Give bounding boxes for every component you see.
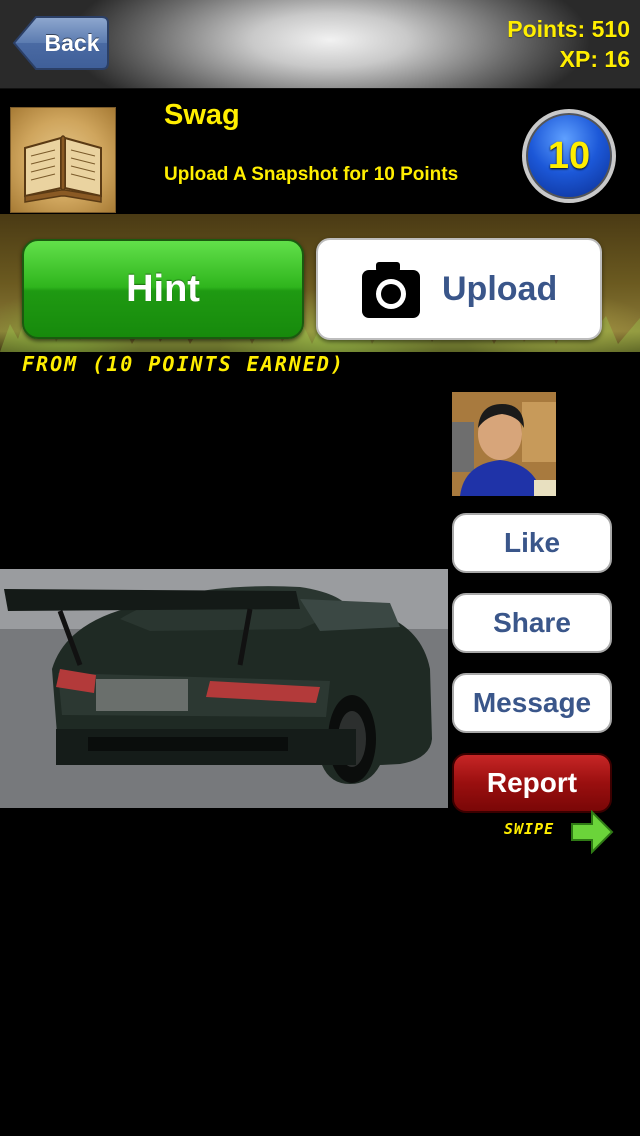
avatar[interactable]: [452, 392, 556, 496]
submission-from-label: FROM (10 POINTS EARNED): [22, 352, 345, 376]
book-icon: [10, 107, 116, 213]
player-stats: Points: 510 XP: 16: [507, 14, 630, 74]
action-band: Hint Upload: [0, 214, 640, 352]
challenge-title: Swag: [164, 99, 240, 131]
points-badge-value: 10: [547, 135, 591, 177]
camera-icon: [362, 262, 420, 318]
like-button[interactable]: Like: [452, 513, 612, 573]
hint-button[interactable]: Hint: [22, 239, 304, 339]
xp-counter: XP: 16: [559, 46, 630, 72]
challenge-header: Swag Upload A Snapshot for 10 Points 10: [0, 89, 640, 214]
submission-photo[interactable]: [0, 569, 448, 808]
message-button[interactable]: Message: [452, 673, 612, 733]
report-button-label: Report: [486, 767, 578, 798]
share-button-label: Share: [493, 607, 571, 638]
upload-button-label: Upload: [442, 270, 558, 308]
like-button-label: Like: [503, 527, 561, 558]
back-button[interactable]: Back: [12, 15, 110, 71]
points-counter: Points: 510: [507, 16, 630, 42]
screen: Back Points: 510 XP: 16 Swag Upload A Sn…: [0, 0, 640, 1136]
upload-button[interactable]: Upload: [316, 238, 602, 340]
challenge-subtitle: Upload A Snapshot for 10 Points: [164, 164, 459, 185]
share-button[interactable]: Share: [452, 593, 612, 653]
report-button[interactable]: Report: [452, 753, 612, 813]
message-button-label: Message: [472, 687, 592, 718]
back-button-label: Back: [44, 30, 100, 56]
nav-bar: Back Points: 510 XP: 16: [0, 0, 640, 89]
car-photo-illustration: [0, 569, 448, 808]
points-badge: 10: [522, 109, 616, 203]
arrow-right-icon[interactable]: [570, 810, 614, 854]
hint-button-label: Hint: [126, 268, 200, 310]
swipe-hint-label: SWIPE: [504, 820, 555, 838]
